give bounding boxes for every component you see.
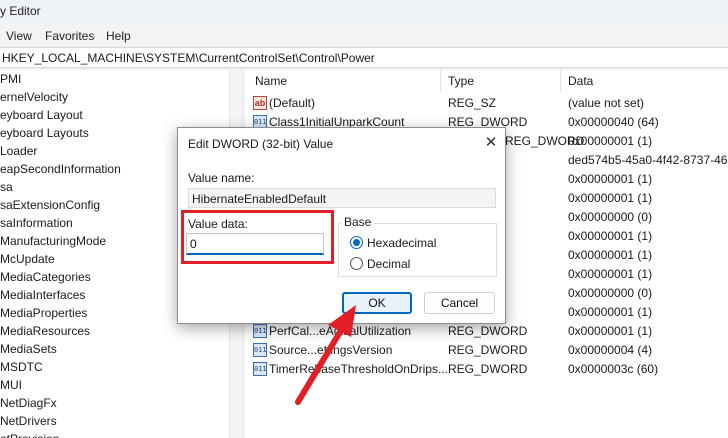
tree-item[interactable]: NetDiagFx bbox=[0, 394, 57, 412]
value-type: REG_DWORD bbox=[448, 324, 528, 338]
tree-item[interactable]: saInformation bbox=[0, 214, 73, 232]
tree-item[interactable]: NetDrivers bbox=[0, 412, 57, 430]
value-data: 0x00000000 (0) bbox=[568, 286, 653, 300]
value-type: REG_DWORD bbox=[448, 343, 528, 357]
decimal-label[interactable]: Decimal bbox=[367, 257, 410, 271]
column-divider[interactable] bbox=[560, 70, 561, 92]
edit-dword-dialog: Edit DWORD (32-bit) Value ✕ Value name: … bbox=[177, 127, 506, 324]
tree-item[interactable]: sa bbox=[0, 178, 13, 196]
value-row[interactable]: 011 TimerRebaseThresholdOnDrips... REG_D… bbox=[245, 360, 728, 379]
close-icon[interactable]: ✕ bbox=[482, 134, 500, 152]
tree-item[interactable]: MSDTC bbox=[0, 358, 43, 376]
tree-item[interactable]: eapSecondInformation bbox=[0, 160, 121, 178]
base-group bbox=[338, 223, 497, 277]
value-name: Source...ettingsVersion bbox=[269, 343, 393, 357]
value-data: (value not set) bbox=[568, 96, 645, 110]
value-name-label: Value name: bbox=[188, 171, 255, 185]
tree-item[interactable]: eyboard Layouts bbox=[0, 124, 89, 142]
value-name-field: HibernateEnabledDefault bbox=[188, 188, 496, 208]
value-data: 0x00000001 (1) bbox=[568, 324, 653, 338]
value-data: 0x00000000 (0) bbox=[568, 210, 653, 224]
value-row[interactable]: 011 Source...ettingsVersion REG_DWORD 0x… bbox=[245, 341, 728, 360]
value-data: 0x00000001 (1) bbox=[568, 191, 653, 205]
tree-item[interactable]: MUI bbox=[0, 376, 22, 394]
value-row[interactable]: 011 PerfCal...eActualUtilization REG_DWO… bbox=[245, 322, 728, 341]
dialog-title: Edit DWORD (32-bit) Value bbox=[188, 137, 334, 151]
value-data: 0x00000040 (64) bbox=[568, 115, 659, 129]
value-type: REG_DWORD bbox=[448, 362, 528, 376]
value-name: TimerRebaseThresholdOnDrips... bbox=[269, 362, 448, 376]
tree-item[interactable]: MediaProperties bbox=[0, 304, 87, 322]
address-bar[interactable]: HKEY_LOCAL_MACHINE\SYSTEM\CurrentControl… bbox=[0, 47, 728, 68]
value-data: 0x00000001 (1) bbox=[568, 134, 653, 148]
hexadecimal-label[interactable]: Hexadecimal bbox=[367, 236, 436, 250]
value-name: (Default) bbox=[269, 96, 316, 110]
cancel-button[interactable]: Cancel bbox=[424, 292, 495, 314]
tree-item[interactable]: ernelVelocity bbox=[0, 88, 68, 106]
value-data: 0x00000001 (1) bbox=[568, 267, 653, 281]
value-data: 0x0000003c (60) bbox=[568, 362, 659, 376]
decimal-radio[interactable] bbox=[350, 257, 363, 270]
window-title: y Editor bbox=[0, 4, 41, 18]
tree-item[interactable]: etProvision bbox=[0, 430, 59, 438]
tree-item[interactable]: PMI bbox=[0, 70, 21, 88]
dword-value-icon: 011 bbox=[253, 343, 267, 357]
string-value-icon: ab bbox=[253, 96, 267, 110]
tree-item[interactable]: McUpdate bbox=[0, 250, 55, 268]
highlight-box bbox=[181, 210, 334, 264]
value-data: 0x00000001 (1) bbox=[568, 172, 653, 186]
value-data: 0x00000004 (4) bbox=[568, 343, 653, 357]
value-data: 0x00000001 (1) bbox=[568, 305, 653, 319]
value-data: ded574b5-45a0-4f42-8737-463 bbox=[568, 153, 728, 167]
tree-item[interactable]: ManufacturingMode bbox=[0, 232, 106, 250]
value-type: REG_SZ bbox=[448, 96, 497, 110]
base-label: Base bbox=[341, 215, 375, 229]
tree-item[interactable]: MediaSets bbox=[0, 340, 57, 358]
ok-button[interactable]: OK bbox=[342, 292, 412, 314]
menu-bar: View Favorites Help bbox=[0, 25, 728, 46]
value-name-text: HibernateEnabledDefault bbox=[192, 192, 327, 206]
menu-help[interactable]: Help bbox=[106, 29, 131, 43]
tree-item[interactable]: MediaResources bbox=[0, 322, 90, 340]
title-bar: y Editor bbox=[0, 0, 728, 25]
tree-item[interactable]: MediaCategories bbox=[0, 268, 91, 286]
tree-item[interactable]: MediaInterfaces bbox=[0, 286, 85, 304]
tree-item[interactable]: saExtensionConfig bbox=[0, 196, 100, 214]
value-row[interactable]: ab (Default) REG_SZ (value not set) bbox=[245, 94, 728, 113]
value-data: 0x00000001 (1) bbox=[568, 248, 653, 262]
column-header-data[interactable]: Data bbox=[568, 70, 593, 92]
column-header-type[interactable]: Type bbox=[448, 70, 474, 92]
column-header-name[interactable]: Name bbox=[255, 70, 287, 92]
dword-value-icon: 011 bbox=[253, 362, 267, 376]
menu-view[interactable]: View bbox=[6, 29, 32, 43]
tree-item[interactable]: eyboard Layout bbox=[0, 106, 83, 124]
hexadecimal-radio[interactable] bbox=[350, 236, 363, 249]
value-name: PerfCal...eActualUtilization bbox=[269, 324, 412, 338]
value-data: 0x00000001 (1) bbox=[568, 229, 653, 243]
tree-item[interactable]: Loader bbox=[0, 142, 37, 160]
menu-favorites[interactable]: Favorites bbox=[45, 29, 94, 43]
column-divider[interactable] bbox=[440, 70, 441, 92]
dword-value-icon: 011 bbox=[253, 324, 267, 338]
address-path: HKEY_LOCAL_MACHINE\SYSTEM\CurrentControl… bbox=[2, 51, 375, 65]
